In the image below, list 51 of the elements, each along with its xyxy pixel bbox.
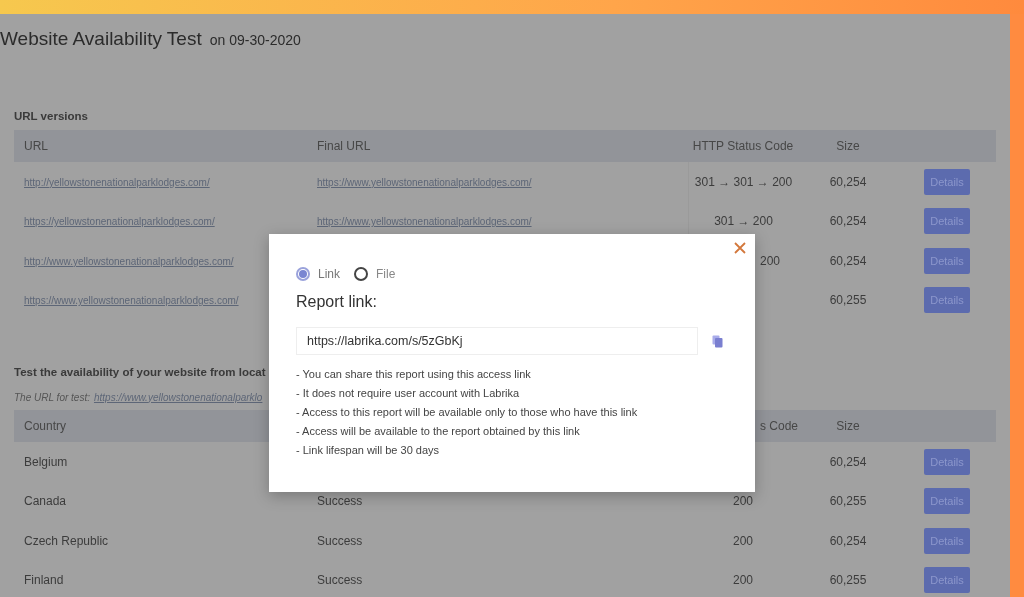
note-label: The URL for test:	[14, 391, 90, 403]
info-text: - You can share this report using this access link	[296, 367, 532, 381]
test-url-link[interactable]: https://www.yellowstonenationalparklo	[93, 391, 263, 403]
url-link[interactable]: http://yellowstonenationalparklodges.com/	[24, 176, 210, 188]
column-header: URL	[24, 139, 48, 153]
dialog-heading: Report link:	[296, 293, 378, 312]
country-name: Belgium	[24, 454, 68, 469]
close-icon[interactable]	[734, 242, 746, 254]
info-text: - It does not require user account with Labrika	[296, 386, 521, 400]
status-code: 200	[733, 573, 753, 588]
final-url-link[interactable]: https://www.yellowstonenationalparklodges.com/	[317, 176, 532, 188]
status-code: 301 → 200	[714, 214, 773, 229]
size-value: 60,254	[829, 174, 867, 189]
section-heading: Test the availability of your website from locat	[13, 366, 266, 380]
copy-icon[interactable]	[712, 334, 723, 348]
size-value: 60,254	[829, 253, 867, 268]
column-header: Country	[24, 419, 67, 433]
country-name: Czech Republic	[24, 533, 109, 548]
section-heading: URL versions	[13, 110, 88, 124]
column-header: HTTP Status Code	[692, 139, 794, 153]
test-date: on 09-30-2020	[209, 32, 301, 48]
info-text: - Access will be available to the report obtained by this link	[296, 424, 581, 438]
info-text: - Link lifespan will be 30 days	[296, 443, 441, 457]
status-code: 200	[759, 253, 780, 268]
info-text: - Access to this report will be available only to those who have this link	[296, 405, 639, 419]
page-title: Website Availability Test	[0, 28, 202, 50]
column-header: Size	[836, 419, 860, 433]
size-value: 60,254	[829, 214, 867, 229]
column-header: Size	[836, 139, 860, 153]
test-result: Success	[317, 494, 363, 509]
test-result: Success	[317, 533, 363, 548]
size-value: 60,254	[829, 454, 867, 469]
status-code: 301 → 301 → 200	[694, 174, 793, 189]
country-name: Finland	[24, 573, 64, 588]
size-value: 60,254	[829, 533, 867, 548]
status-code: 200	[733, 494, 753, 509]
link-field[interactable]: https://labrika.com/s/5zGbKj	[296, 327, 698, 355]
size-value: 60,255	[829, 494, 867, 509]
country-name: Canada	[24, 494, 67, 509]
url-link[interactable]: https://www.yellowstonenationalparklodges.com/	[24, 295, 239, 307]
size-value: 60,255	[829, 293, 867, 308]
radio-option[interactable]: Link	[296, 267, 340, 281]
test-result: Success	[317, 573, 363, 588]
column-header: s Code	[759, 419, 798, 433]
column-header: Final URL	[317, 139, 371, 153]
radio-option[interactable]: File	[354, 267, 396, 281]
url-link[interactable]: https://yellowstonenationalparklodges.com/	[24, 216, 215, 228]
size-value: 60,255	[829, 573, 867, 588]
status-code: 200	[733, 533, 753, 548]
url-link[interactable]: http://www.yellowstonenationalparklodges.com/	[24, 255, 234, 267]
final-url-link[interactable]: https://www.yellowstonenationalparklodges.com/	[317, 216, 532, 228]
